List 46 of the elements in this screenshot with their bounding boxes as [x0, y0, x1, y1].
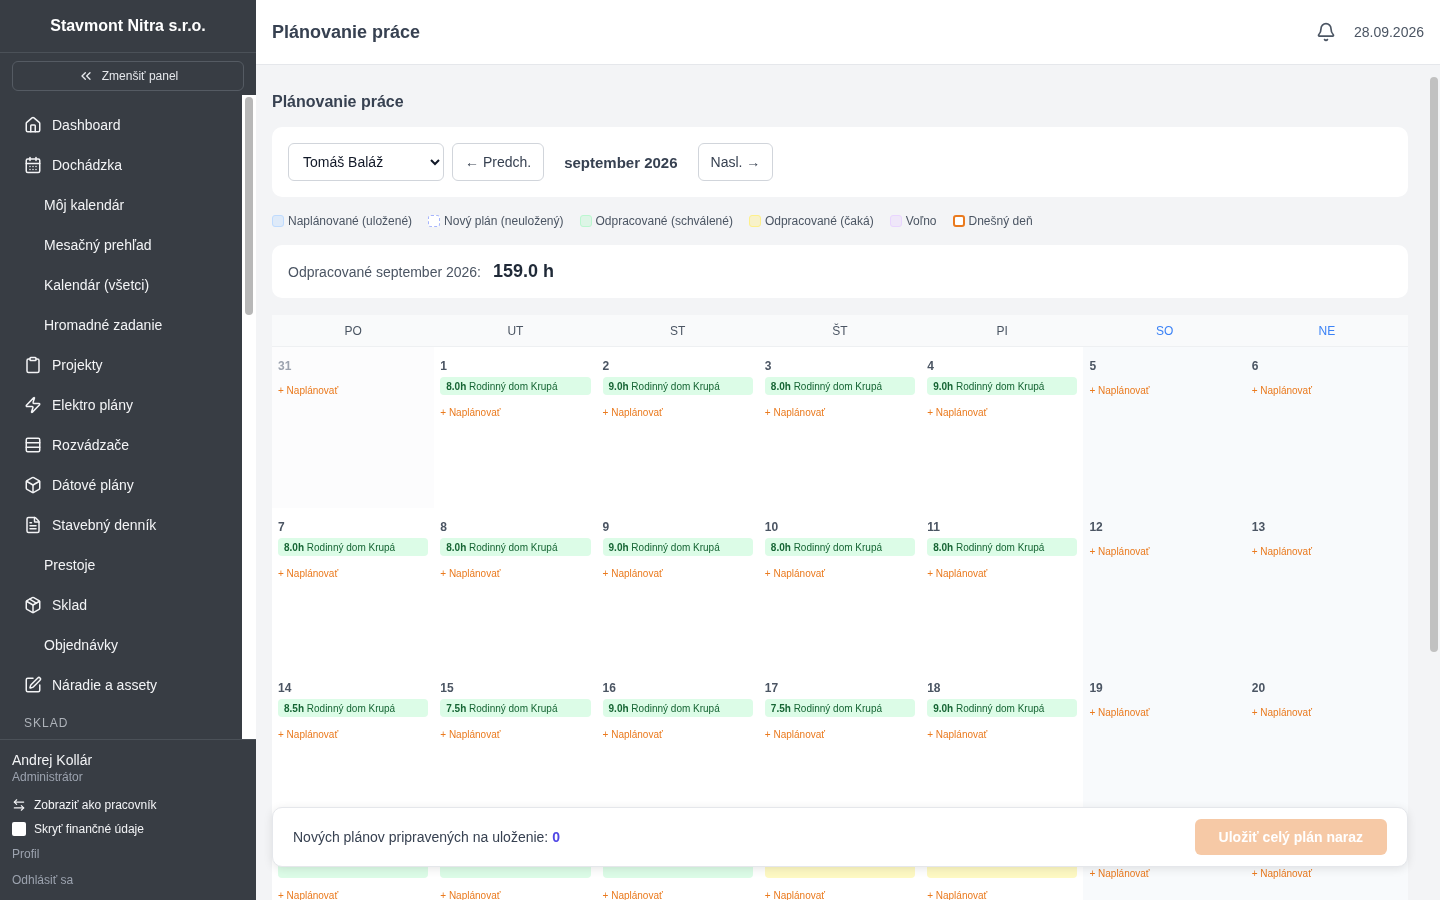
- summary-value: 159.0 h: [493, 261, 555, 282]
- weekday-header: ST: [596, 315, 759, 347]
- day-number: 6: [1251, 359, 1259, 373]
- legend-label: Odpracované (schválené): [595, 214, 733, 228]
- day-number: 17: [764, 681, 779, 695]
- day-number: 5: [1089, 359, 1097, 373]
- day-number: 1: [440, 359, 447, 373]
- month-label: september 2026: [563, 153, 679, 171]
- page-title: Plánovanie práce: [272, 93, 405, 111]
- weekday-header: PI: [921, 315, 1084, 347]
- legend-label: Nový plán (neuložený): [444, 214, 564, 228]
- weekday-header: SO: [1083, 315, 1246, 347]
- legend-label: Naplánované (uložené): [288, 214, 413, 228]
- day-number: 18: [927, 681, 941, 695]
- day-number: 20: [1251, 681, 1266, 695]
- legend-label: Voľno: [905, 214, 937, 228]
- day-number: 14: [278, 681, 292, 695]
- pending-plans-label: Nových plánov pripravených na uloženie:: [293, 829, 549, 845]
- pending-plans-count: 0: [552, 829, 562, 845]
- user-role: Administrátor: [12, 770, 84, 784]
- weekday-header: UT: [434, 315, 597, 347]
- current-date: 28.09.2026: [1353, 24, 1424, 40]
- day-number: 11: [927, 520, 940, 534]
- day-number: 16: [602, 681, 616, 695]
- day-number: 12: [1089, 520, 1103, 534]
- legend-label: Odpracované (čaká): [764, 214, 874, 228]
- day-number: 13: [1251, 520, 1266, 534]
- nav-section-label: SKLAD: [23, 715, 70, 732]
- day-number: 4: [927, 359, 934, 373]
- weekday-header: PO: [272, 315, 435, 347]
- header-title: Plánovanie práce: [272, 21, 422, 43]
- day-number: 8: [440, 520, 447, 534]
- day-number: 7: [278, 520, 285, 534]
- day-number: 2: [602, 359, 610, 373]
- legend-label: Dnešný deň: [968, 214, 1033, 228]
- day-number: 10: [764, 520, 779, 534]
- day-number: 15: [440, 681, 454, 695]
- day-number: 31: [278, 359, 292, 373]
- day-number: 19: [1089, 681, 1103, 695]
- day-number: 9: [602, 520, 610, 534]
- day-number: 3: [764, 359, 772, 373]
- summary-label: Odpracované september 2026:: [288, 263, 481, 280]
- checkbox-label: Skryť finančné údaje: [34, 822, 144, 837]
- weekday-header: NE: [1245, 315, 1408, 347]
- weekday-header: ŠT: [758, 315, 922, 347]
- user-name: Andrej Kollár: [12, 752, 94, 768]
